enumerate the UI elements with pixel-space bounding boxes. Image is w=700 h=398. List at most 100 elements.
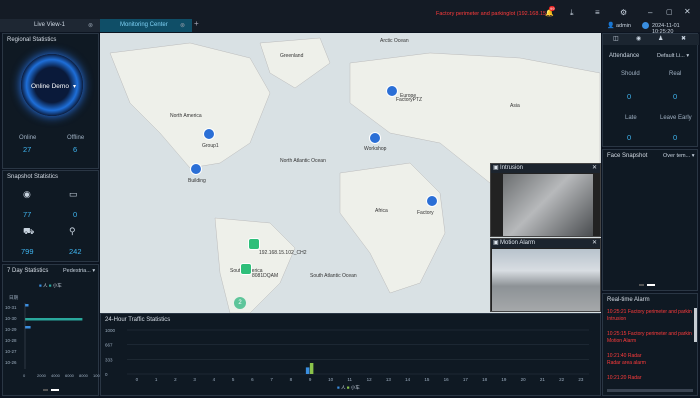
- chart-legend: ■ 人 ■ 小车: [39, 283, 62, 288]
- panel-title: Snapshot Statistics: [7, 174, 59, 180]
- x-tick-label: 2000: [37, 373, 47, 378]
- x-tick-label: 14: [405, 377, 411, 382]
- camera-icon: ▣: [493, 165, 499, 171]
- tools-icon[interactable]: ✖: [681, 35, 686, 42]
- snapshot-value: 799: [21, 247, 34, 256]
- north-america-shape: [109, 42, 271, 169]
- alarm-time: 10:21:20: [607, 375, 627, 381]
- real-count: 0: [673, 92, 678, 101]
- page-dot-active[interactable]: [51, 389, 59, 391]
- username[interactable]: admin: [616, 23, 631, 29]
- intrusion-camera-view[interactable]: ▣ Intrusion ✕: [490, 163, 601, 237]
- bar: [25, 318, 83, 321]
- legend-item: 人: [42, 283, 48, 288]
- bar: [309, 363, 314, 374]
- page-dot-active[interactable]: [647, 284, 655, 286]
- alarm-time: 10:25:21: [607, 309, 627, 315]
- scrollbar[interactable]: [694, 308, 697, 342]
- alarm-item[interactable]: 10:25:21 Factory perimeter and parkin: [607, 309, 692, 316]
- group-icon[interactable]: ♟: [658, 35, 663, 42]
- x-tick-label: 100...: [93, 373, 100, 378]
- download-icon[interactable]: ⤓: [570, 8, 574, 18]
- cluster-marker[interactable]: 2: [234, 297, 246, 309]
- camera-header: ▣ Intrusion ✕: [491, 164, 600, 173]
- x-tick-label: 18: [482, 377, 488, 382]
- alarm-item[interactable]: 10:25:15 Factory perimeter and parkin: [607, 331, 692, 338]
- map-marker[interactable]: [426, 195, 438, 207]
- page-dot[interactable]: [639, 284, 644, 286]
- x-tick-label: 22: [559, 377, 565, 382]
- region-label: Arctic Ocean: [380, 38, 409, 44]
- close-icon[interactable]: ✕: [592, 164, 597, 171]
- camera-icon[interactable]: ◉: [636, 35, 641, 42]
- y-tick-label: 10-31: [5, 305, 17, 310]
- close-icon[interactable]: ⊗: [180, 22, 185, 29]
- y-tick-label: 10-26: [5, 360, 17, 365]
- should-count: 0: [627, 92, 632, 101]
- region-label: South Atlantic Ocean: [310, 273, 357, 279]
- snapshot-statistics-panel: Snapshot Statistics ◉ ▭ 77 0 ⛟ ⚲ 799 242: [2, 170, 99, 262]
- map-marker[interactable]: [369, 132, 381, 144]
- x-tick-label: 8000: [79, 373, 89, 378]
- seven-day-statistics-panel: 7 Day Statistics Pedestria... ▾ ■ 人 ■ 小车…: [2, 264, 100, 396]
- alarm-item[interactable]: 10:21:20 Radar: [607, 375, 692, 382]
- x-tick-label: 6: [251, 377, 254, 382]
- online-label: Online: [19, 135, 37, 141]
- chevron-down-icon[interactable]: ▾: [73, 83, 76, 90]
- tab-attendance[interactable]: Attendance: [609, 53, 639, 59]
- x-tick-label: 10: [328, 377, 334, 382]
- horizontal-scrollbar[interactable]: [607, 389, 693, 392]
- alert-banner[interactable]: Factory perimeter and parkinglot (192.16…: [436, 11, 548, 17]
- x-tick-label: 3: [193, 377, 196, 382]
- toolbar: ◫ ◉ ♟ ✖: [603, 34, 699, 45]
- page-dot[interactable]: [43, 389, 48, 391]
- user-icon[interactable]: 👤: [607, 22, 614, 29]
- late-label: Late: [625, 115, 637, 121]
- minimize-icon[interactable]: –: [648, 8, 652, 17]
- map-marker[interactable]: [203, 128, 215, 140]
- map-marker[interactable]: [386, 85, 398, 97]
- maximize-icon[interactable]: ▢: [666, 8, 673, 16]
- attendance-filter[interactable]: Default Li... ▾: [657, 53, 689, 59]
- x-tick-label: 9: [309, 377, 312, 382]
- gear-icon[interactable]: ⚙: [620, 8, 627, 17]
- door-icon[interactable]: ◫: [613, 35, 619, 42]
- south-america-shape: [214, 217, 296, 313]
- x-tick-label: 0: [136, 377, 139, 382]
- offline-count: 6: [73, 145, 78, 154]
- tab-live-view[interactable]: Live View-1 ⊗: [0, 19, 100, 32]
- alarm-time: 10:25:15: [607, 331, 627, 337]
- camera-marker[interactable]: [248, 238, 260, 250]
- alarm-text: Factory perimeter and parkin: [627, 309, 692, 315]
- alarm-sub: Radar area alarm: [607, 360, 646, 366]
- chart-legend: ■ 人 ■ 小车: [337, 385, 360, 390]
- alarm-sub: Motion Alarm: [607, 338, 637, 344]
- tab-monitoring-center[interactable]: Monitoring Center ⊗: [100, 19, 192, 32]
- close-window-icon[interactable]: ✕: [684, 7, 691, 16]
- list-icon[interactable]: ≡: [595, 8, 600, 17]
- x-tick-label: 12: [367, 377, 373, 382]
- snapshot-value: 77: [23, 210, 32, 219]
- filter-select[interactable]: Pedestria... ▾: [63, 268, 95, 274]
- y-tick-label: 10-29: [5, 327, 17, 332]
- close-icon[interactable]: ⊗: [88, 22, 93, 29]
- face-filter[interactable]: Over tem... ▾: [663, 153, 695, 159]
- close-icon[interactable]: ✕: [592, 239, 597, 246]
- add-tab-icon[interactable]: +: [194, 19, 199, 28]
- alarm-list: 10:25:21 Factory perimeter and parkin In…: [607, 309, 692, 382]
- map-marker[interactable]: [190, 163, 202, 175]
- y-tick-label: 10-28: [5, 338, 17, 343]
- x-tick-label: 15: [424, 377, 430, 382]
- filter-value: Pedestria...: [63, 268, 91, 274]
- camera-marker[interactable]: [240, 263, 252, 275]
- bar: [25, 326, 31, 329]
- x-tick-label: 2: [174, 377, 177, 382]
- motion-alarm-camera-view[interactable]: ▣ Motion Alarm ✕: [490, 238, 601, 312]
- region-label: Asia: [510, 103, 520, 109]
- realtime-alarm-panel: Real-time Alarm 10:25:21 Factory perimet…: [602, 293, 698, 396]
- x-tick-label: 4: [213, 377, 216, 382]
- alarm-item[interactable]: 10:21:40 Radar: [607, 353, 692, 360]
- alarm-sub: Intrusion: [607, 316, 627, 322]
- bar: [305, 367, 310, 374]
- legend-item: 人: [340, 385, 346, 390]
